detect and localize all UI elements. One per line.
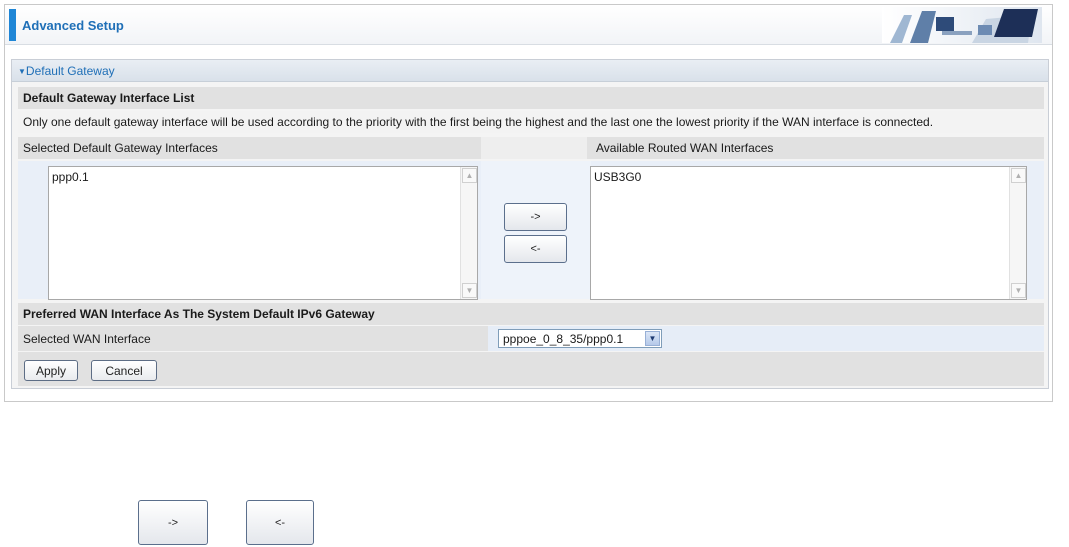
- move-right-button[interactable]: ->: [504, 203, 567, 231]
- priority-description: Only one default gateway interface will …: [23, 115, 934, 129]
- panel-header[interactable]: ▼Default Gateway: [12, 60, 1048, 82]
- apply-button[interactable]: Apply: [24, 360, 78, 381]
- move-left-button[interactable]: <-: [504, 235, 567, 263]
- chevron-down-icon[interactable]: ▼: [645, 331, 660, 346]
- standalone-move-left-button[interactable]: <-: [246, 500, 314, 545]
- main-frame: Advanced Setup ▼Default Gateway Default …: [4, 4, 1053, 402]
- interface-list-heading-row: Default Gateway Interface List: [18, 87, 1044, 109]
- page-title: Advanced Setup: [22, 18, 124, 33]
- wan-interface-select[interactable]: pppoe_0_8_35/ppp0.1 ▼: [498, 329, 662, 348]
- label-spacer: [481, 137, 587, 159]
- selected-interfaces-label: Selected Default Gateway Interfaces: [23, 141, 218, 155]
- list-labels-row: Selected Default Gateway Interfaces Avai…: [18, 137, 1044, 159]
- wan-interface-row: Selected WAN Interface pppoe_0_8_35/ppp0…: [18, 326, 1044, 351]
- header-accent-bar: [9, 9, 16, 41]
- wan-interface-value: pppoe_0_8_35/ppp0.1: [503, 332, 624, 346]
- actions-row: Apply Cancel: [18, 352, 1044, 386]
- scroll-up-icon[interactable]: ▲: [462, 168, 477, 183]
- available-interfaces-listbox[interactable]: USB3G0 ▲ ▼: [590, 166, 1027, 300]
- page-header: Advanced Setup: [5, 5, 1052, 45]
- listbox-scrollbar[interactable]: ▲ ▼: [460, 167, 477, 299]
- triangle-down-icon: ▼: [18, 67, 26, 76]
- list-item[interactable]: USB3G0: [594, 170, 641, 184]
- standalone-move-right-button[interactable]: ->: [138, 500, 208, 545]
- scroll-down-icon[interactable]: ▼: [462, 283, 477, 298]
- interface-list-heading: Default Gateway Interface List: [23, 91, 195, 105]
- ipv6-heading-row: Preferred WAN Interface As The System De…: [18, 303, 1044, 325]
- selected-interfaces-listbox[interactable]: ppp0.1 ▲ ▼: [48, 166, 478, 300]
- list-item[interactable]: ppp0.1: [52, 170, 89, 184]
- panel-title-text: Default Gateway: [25, 64, 115, 78]
- listbox-scrollbar[interactable]: ▲ ▼: [1009, 167, 1026, 299]
- office-banner-icon: [882, 7, 1042, 43]
- available-interfaces-label: Available Routed WAN Interfaces: [596, 141, 774, 155]
- scroll-up-icon[interactable]: ▲: [1011, 168, 1026, 183]
- available-label-cell: Available Routed WAN Interfaces: [591, 137, 1044, 159]
- cancel-button[interactable]: Cancel: [91, 360, 157, 381]
- description-row: Only one default gateway interface will …: [18, 111, 1044, 133]
- default-gateway-panel: ▼Default Gateway Default Gateway Interfa…: [11, 59, 1049, 389]
- scroll-down-icon[interactable]: ▼: [1011, 283, 1026, 298]
- wan-interface-label: Selected WAN Interface: [23, 332, 151, 346]
- ipv6-heading: Preferred WAN Interface As The System De…: [23, 307, 375, 321]
